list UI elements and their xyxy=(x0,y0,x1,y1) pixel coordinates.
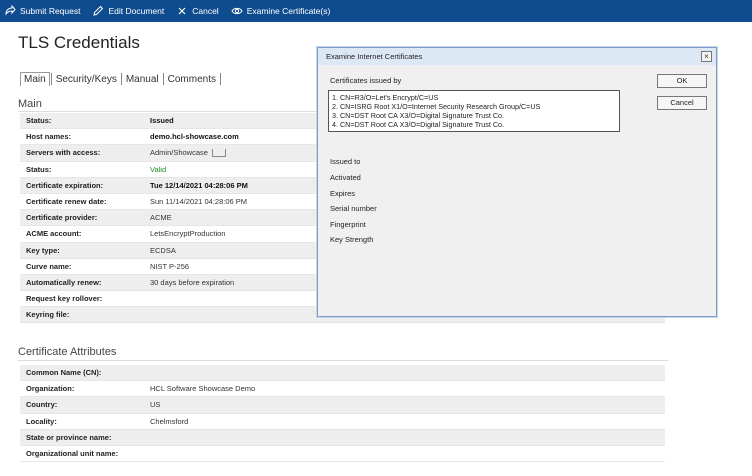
servers-picker-button[interactable] xyxy=(211,148,226,157)
field-label: ACME account: xyxy=(26,229,82,239)
expires-label: Expires xyxy=(330,189,356,198)
field-value: ACME xyxy=(150,213,172,223)
field-label: Certificate renew date: xyxy=(26,197,107,207)
action-toolbar: Submit Request Edit Document Cancel Exam… xyxy=(0,0,752,22)
close-icon xyxy=(176,5,188,17)
field-value: Admin/Showcase xyxy=(150,148,208,158)
pencil-icon xyxy=(92,5,104,17)
edit-document-button[interactable]: Edit Document xyxy=(92,5,164,17)
page-title: TLS Credentials xyxy=(18,33,140,52)
cancel-button[interactable]: Cancel xyxy=(176,5,219,17)
field-value-wrap: Admin/Showcase xyxy=(144,148,226,157)
submit-icon xyxy=(4,5,16,17)
activated-label: Activated xyxy=(330,173,361,182)
field-label: Key type: xyxy=(26,245,60,255)
attr-row-org-unit: Organizational unit name: xyxy=(20,446,665,463)
issued-to-label: Issued to xyxy=(330,157,361,166)
tab-security-keys[interactable]: Security/Keys xyxy=(53,74,120,85)
field-label: State or province name: xyxy=(26,432,112,442)
tab-divider xyxy=(162,73,164,85)
examine-certificates-label: Examine Certificate(s) xyxy=(246,6,331,16)
main-section-title: Main xyxy=(18,98,42,110)
dialog-titlebar[interactable]: Examine Internet Certificates × xyxy=(318,48,716,65)
field-label: Status: xyxy=(26,116,52,126)
dialog-cancel-button[interactable]: Cancel xyxy=(657,96,707,110)
tab-main[interactable]: Main xyxy=(20,72,50,86)
certificate-item[interactable]: 2. CN=ISRG Root X1/O=Internet Security R… xyxy=(332,102,616,111)
attributes-section-title: Certificate Attributes xyxy=(18,346,117,358)
certificate-item[interactable]: 3. CN=DST Root CA X3/O=Digital Signature… xyxy=(332,111,616,120)
attr-row-state: State or province name: xyxy=(20,429,665,446)
field-label: Status: xyxy=(26,164,52,174)
field-label: Certificate provider: xyxy=(26,213,98,223)
certificate-item[interactable]: 1. CN=R3/O=Let's Encrypt/C=US xyxy=(332,93,616,102)
tab-divider xyxy=(50,73,52,85)
tab-comments[interactable]: Comments xyxy=(165,74,219,85)
dialog-body: Certificates issued by 1. CN=R3/O=Let's … xyxy=(318,65,716,318)
field-value: LetsEncryptProduction xyxy=(150,229,226,239)
field-label: Country: xyxy=(26,400,58,410)
dialog-title: Examine Internet Certificates xyxy=(326,52,423,61)
field-value: US xyxy=(150,400,161,410)
field-value: Tue 12/14/2021 04:28:06 PM xyxy=(150,180,248,190)
edit-document-label: Edit Document xyxy=(108,6,165,16)
field-value: Issued xyxy=(150,116,174,126)
field-label: Certificate expiration: xyxy=(26,180,104,190)
field-value: NIST P-256 xyxy=(150,261,190,271)
key-strength-label: Key Strength xyxy=(330,235,374,244)
field-label: Locality: xyxy=(26,416,57,426)
field-value: demo.hcl-showcase.com xyxy=(150,132,239,142)
tab-divider xyxy=(220,73,221,85)
field-label: Organizational unit name: xyxy=(26,449,119,459)
issued-by-label: Certificates issued by xyxy=(330,76,402,85)
certificate-chain-list[interactable]: 1. CN=R3/O=Let's Encrypt/C=US 2. CN=ISRG… xyxy=(328,90,620,132)
section-divider xyxy=(18,360,668,361)
status-value: Valid xyxy=(150,164,167,174)
tab-manual[interactable]: Manual xyxy=(123,74,162,85)
certificate-item[interactable]: 4. CN=DST Root CA X3/O=Digital Signature… xyxy=(332,120,616,129)
attr-row-country: Country: US xyxy=(20,397,665,414)
serial-number-label: Serial number xyxy=(330,204,377,213)
field-label: Common Name (CN): xyxy=(26,368,102,378)
field-value: ECDSA xyxy=(150,245,176,255)
examine-certificates-dialog: Examine Internet Certificates × Certific… xyxy=(317,47,717,317)
field-value: Sun 11/14/2021 04:28:06 PM xyxy=(150,197,248,207)
field-label: Automatically renew: xyxy=(26,277,102,287)
submit-request-label: Submit Request xyxy=(20,6,81,16)
field-label: Keyring file: xyxy=(26,310,70,320)
cancel-label: Cancel xyxy=(192,6,219,16)
tab-divider xyxy=(120,73,122,85)
field-label: Curve name: xyxy=(26,261,72,271)
examine-certificates-button[interactable]: Examine Certificate(s) xyxy=(231,5,331,17)
submit-request-button[interactable]: Submit Request xyxy=(4,5,80,17)
ok-button[interactable]: OK xyxy=(657,74,707,88)
attr-row-organization: Organization: HCL Software Showcase Demo xyxy=(20,381,665,398)
field-value: Chelmsford xyxy=(150,416,189,426)
eye-icon xyxy=(231,5,243,17)
attribute-fields: Common Name (CN): Organization: HCL Soft… xyxy=(20,365,665,463)
field-label: Servers with access: xyxy=(26,148,101,158)
attr-row-locality: Locality: Chelmsford xyxy=(20,414,665,430)
field-label: Request key rollover: xyxy=(26,294,103,304)
attr-row-common-name: Common Name (CN): xyxy=(20,365,665,382)
dialog-close-button[interactable]: × xyxy=(701,51,712,62)
fingerprint-label: Fingerprint xyxy=(330,220,366,229)
field-value: 30 days before expiration xyxy=(150,277,235,287)
tab-bar: Main Security/Keys Manual Comments xyxy=(20,72,222,86)
field-label: Host names: xyxy=(26,132,72,142)
field-label: Organization: xyxy=(26,384,75,394)
field-value: HCL Software Showcase Demo xyxy=(150,384,256,394)
